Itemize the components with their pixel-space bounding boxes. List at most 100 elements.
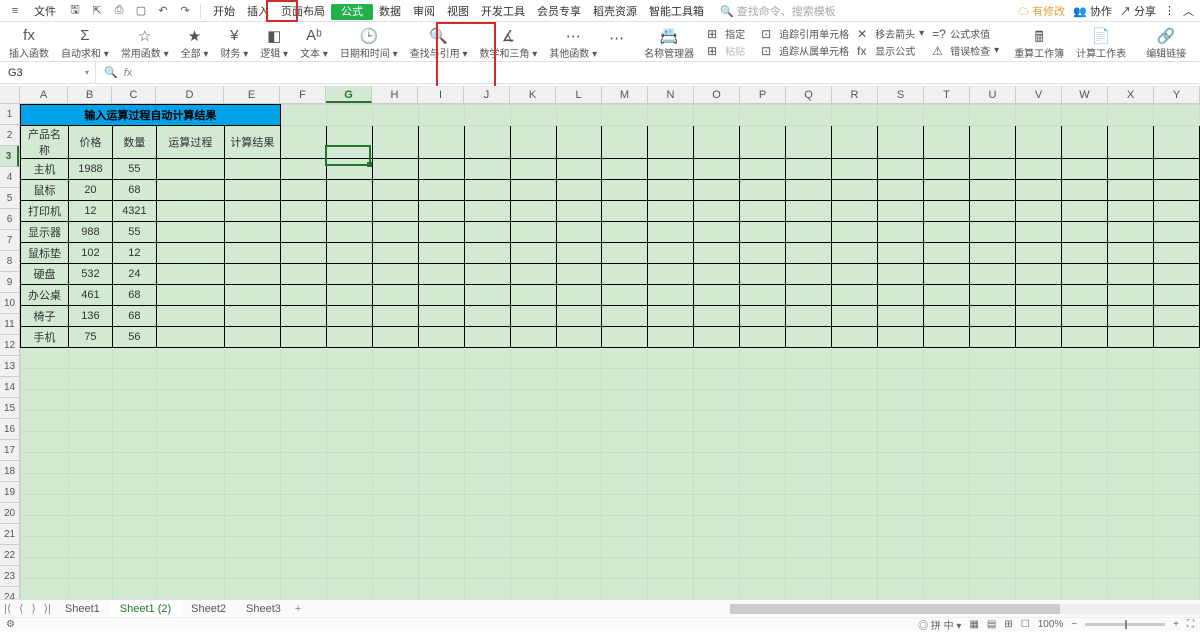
sheet-nav-last-icon[interactable]: ⟩|	[40, 602, 55, 615]
share-button[interactable]: ↗ 分享	[1120, 3, 1156, 19]
row-header-7[interactable]: 7	[0, 230, 19, 251]
zoom-out-icon[interactable]: −	[1071, 619, 1077, 630]
row-header-19[interactable]: 19	[0, 482, 19, 503]
export-icon[interactable]: ⇱	[88, 2, 106, 20]
ribbon-fn-9[interactable]: ∡数学和三角 ▾	[477, 24, 541, 62]
name-manager-button[interactable]: 📇名称管理器	[641, 24, 697, 62]
row-header-1[interactable]: 1	[0, 104, 19, 125]
fx-search-icon[interactable]: 🔍	[104, 66, 118, 79]
col-header-I[interactable]: I	[418, 86, 464, 103]
menu-tab-4[interactable]: 数据	[373, 4, 407, 20]
menu-tab-6[interactable]: 视图	[441, 4, 475, 20]
edit-links-button[interactable]: 🔗编辑链接	[1143, 24, 1189, 62]
select-all-corner[interactable]	[0, 86, 20, 104]
menu-tab-5[interactable]: 审阅	[407, 4, 441, 20]
col-header-G[interactable]: G	[326, 86, 372, 103]
ribbon-fn-8[interactable]: 🔍查找与引用 ▾	[407, 24, 471, 62]
collapse-ribbon-icon[interactable]: ︿	[1183, 3, 1194, 19]
col-header-R[interactable]: R	[832, 86, 878, 103]
ribbon-fn-2[interactable]: ☆常用函数 ▾	[118, 24, 172, 62]
col-header-D[interactable]: D	[156, 86, 224, 103]
menu-tab-8[interactable]: 会员专享	[531, 4, 587, 20]
name-box[interactable]: G3	[0, 62, 96, 83]
row-header-6[interactable]: 6	[0, 209, 19, 230]
row-header-5[interactable]: 5	[0, 188, 19, 209]
row-header-14[interactable]: 14	[0, 377, 19, 398]
menu-tab-3[interactable]: 公式	[331, 4, 373, 20]
zoom-slider[interactable]	[1085, 623, 1165, 626]
view-pagelayout-icon[interactable]: ▤	[987, 619, 996, 630]
preview-icon[interactable]: ▢	[132, 2, 150, 20]
menu-tab-0[interactable]: 开始	[207, 4, 241, 20]
ribbon-fn-4[interactable]: ¥财务 ▾	[217, 24, 251, 62]
zoom-label[interactable]: 100%	[1038, 619, 1064, 630]
cells-area[interactable]: 输入运算过程自动计算结果产品名称价格数量运算过程计算结果主机198855鼠标20…	[20, 104, 1200, 599]
row-header-20[interactable]: 20	[0, 503, 19, 524]
row-header-11[interactable]: 11	[0, 314, 19, 335]
status-settings-icon[interactable]: ⚙	[6, 619, 15, 630]
undo-icon[interactable]: ↶	[154, 2, 172, 20]
ribbon-fn-1[interactable]: Σ自动求和 ▾	[58, 24, 112, 62]
menu-tab-9[interactable]: 稻壳资源	[587, 4, 643, 20]
ribbon-fn-0[interactable]: fx插入函数	[6, 24, 52, 62]
sheet-nav-prev-icon[interactable]: ⟨	[15, 602, 27, 615]
more-icon[interactable]: ⋮	[1164, 4, 1175, 17]
row-header-3[interactable]: 3	[0, 146, 19, 167]
view-reader-icon[interactable]: ☐	[1021, 619, 1030, 630]
col-header-O[interactable]: O	[694, 86, 740, 103]
col-header-X[interactable]: X	[1108, 86, 1154, 103]
col-header-N[interactable]: N	[648, 86, 694, 103]
col-header-C[interactable]: C	[112, 86, 156, 103]
print-icon[interactable]: ⎙	[110, 2, 128, 20]
ribbon-fn-6[interactable]: Aᵇ文本 ▾	[297, 24, 331, 62]
col-header-W[interactable]: W	[1062, 86, 1108, 103]
sheet-tab-0[interactable]: Sheet1	[55, 601, 110, 617]
view-pagebreak-icon[interactable]: ⊞	[1004, 619, 1012, 630]
row-header-18[interactable]: 18	[0, 461, 19, 482]
zoom-in-icon[interactable]: +	[1173, 619, 1179, 630]
ribbon-fn-7[interactable]: 🕒日期和时间 ▾	[337, 24, 401, 62]
col-header-F[interactable]: F	[280, 86, 326, 103]
fullscreen-icon[interactable]: ⛶	[1187, 619, 1194, 630]
row-header-10[interactable]: 10	[0, 293, 19, 314]
row-header-21[interactable]: 21	[0, 524, 19, 545]
col-header-Y[interactable]: Y	[1154, 86, 1200, 103]
row-header-16[interactable]: 16	[0, 419, 19, 440]
col-header-K[interactable]: K	[510, 86, 556, 103]
col-header-B[interactable]: B	[68, 86, 112, 103]
row-header-22[interactable]: 22	[0, 545, 19, 566]
calc-sheet-button[interactable]: 📄计算工作表	[1073, 24, 1129, 62]
row-header-4[interactable]: 4	[0, 167, 19, 188]
sheet-nav-next-icon[interactable]: ⟩	[27, 602, 39, 615]
row-header-2[interactable]: 2	[0, 125, 19, 146]
sheet-tab-1[interactable]: Sheet1 (2)	[110, 601, 181, 619]
menu-tab-10[interactable]: 智能工具箱	[643, 4, 710, 20]
sheet-tab-2[interactable]: Sheet2	[181, 601, 236, 617]
col-header-A[interactable]: A	[20, 86, 68, 103]
row-header-9[interactable]: 9	[0, 272, 19, 293]
col-header-E[interactable]: E	[224, 86, 280, 103]
ime-indicator[interactable]: ◎ 拼 中 ▾	[918, 617, 961, 632]
col-header-U[interactable]: U	[970, 86, 1016, 103]
menu-tab-1[interactable]: 插入	[241, 4, 275, 20]
row-header-17[interactable]: 17	[0, 440, 19, 461]
cooperate-button[interactable]: 👥 协作	[1073, 3, 1112, 19]
ribbon-fn-10[interactable]: ⋯其他函数 ▾	[546, 24, 600, 62]
horizontal-scrollbar[interactable]	[730, 604, 1200, 614]
view-normal-icon[interactable]: ▦	[969, 619, 978, 630]
sheet-tab-3[interactable]: Sheet3	[236, 601, 291, 617]
menu-file[interactable]: 文件	[28, 1, 62, 21]
col-header-P[interactable]: P	[740, 86, 786, 103]
row-header-12[interactable]: 12	[0, 335, 19, 356]
sheet-nav-first-icon[interactable]: |⟨	[0, 602, 15, 615]
row-header-13[interactable]: 13	[0, 356, 19, 377]
ribbon-fn-5[interactable]: ◧逻辑 ▾	[257, 24, 291, 62]
menu-tab-7[interactable]: 开发工具	[475, 4, 531, 20]
row-header-24[interactable]: 24	[0, 587, 19, 599]
pending-changes[interactable]: ☁ 有修改	[1018, 3, 1065, 19]
col-header-V[interactable]: V	[1016, 86, 1062, 103]
recalc-workbook-button[interactable]: 🖩重算工作簿	[1011, 24, 1067, 62]
col-header-Q[interactable]: Q	[786, 86, 832, 103]
col-header-L[interactable]: L	[556, 86, 602, 103]
col-header-H[interactable]: H	[372, 86, 418, 103]
